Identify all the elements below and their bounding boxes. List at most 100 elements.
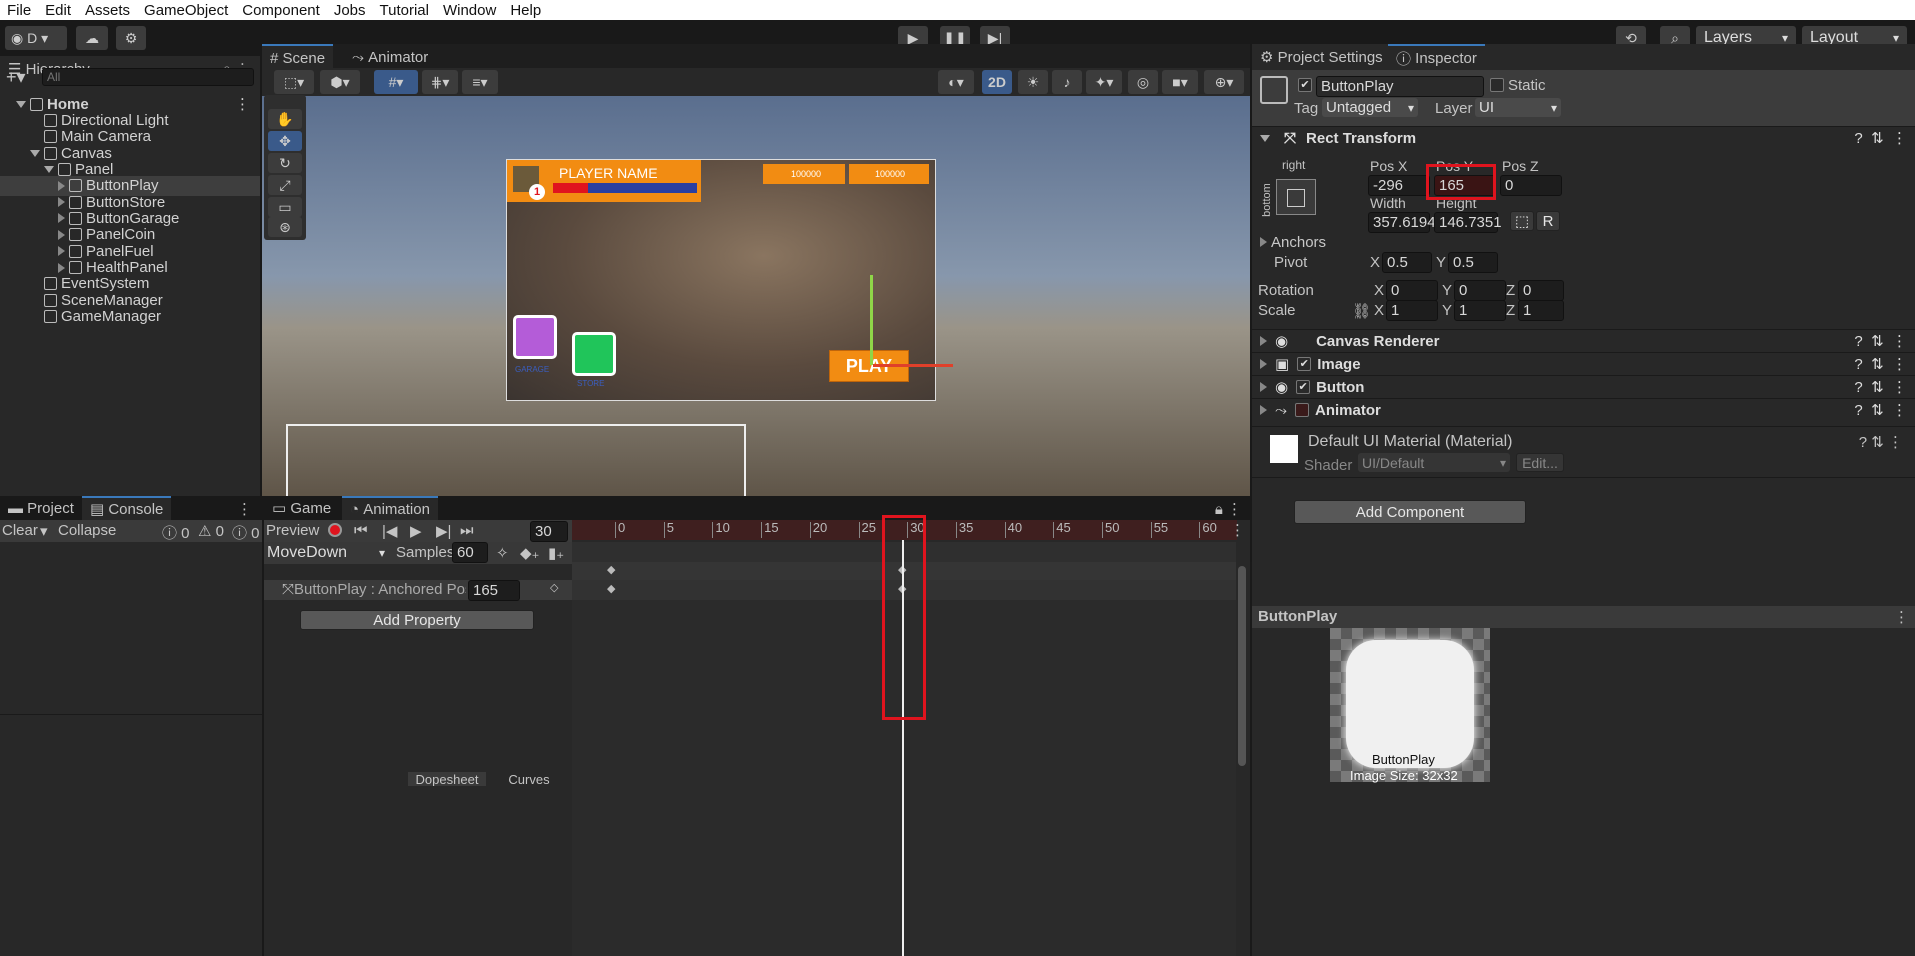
tab-game[interactable]: ▭ Game — [264, 496, 339, 520]
scale-y-field[interactable]: 1 — [1454, 300, 1506, 321]
gizmo-sphere-icon[interactable]: ◐▾ — [938, 70, 974, 94]
prev-key-button[interactable]: |◀ — [382, 522, 397, 540]
store-button[interactable] — [572, 332, 616, 376]
shading-icon[interactable]: ⬢▾ — [320, 70, 360, 94]
draw-mode-icon[interactable]: ⬚▾ — [274, 70, 314, 94]
hierarchy-item-gamemanager[interactable]: GameManager — [0, 307, 260, 327]
component-menu-icon[interactable]: ? ⇅ ⋮ — [1854, 378, 1907, 396]
first-key-button[interactable]: ⏮ — [354, 522, 368, 539]
property-key-icon[interactable]: ◇ — [550, 581, 558, 594]
raw-edit-button[interactable]: R — [1536, 211, 1560, 231]
anim-play-button[interactable]: ▶ — [410, 522, 422, 540]
tab-animation[interactable]: ◔ Animation — [342, 496, 438, 520]
transform-tool-icon[interactable]: ⊛ — [268, 217, 302, 237]
audio-icon[interactable]: ♪ — [1052, 70, 1082, 94]
tab-scene[interactable]: # Scene — [262, 44, 334, 70]
rect-transform-header[interactable]: ⤧ Rect Transform ? ⇅ ⋮ — [1252, 126, 1915, 149]
pivot-x-field[interactable]: 0.5 — [1382, 252, 1432, 273]
property-value-field[interactable]: 165 — [468, 580, 520, 601]
clip-dropdown[interactable]: MoveDown — [264, 542, 388, 564]
component-menu-icon[interactable]: ? ⇅ ⋮ — [1854, 332, 1907, 350]
hierarchy-search-input[interactable] — [42, 68, 254, 86]
rotation-y-field[interactable]: 0 — [1454, 280, 1506, 301]
component-canvas-renderer[interactable]: ◉ Canvas Renderer ? ⇅ ⋮ — [1252, 329, 1915, 352]
material-menu-icon[interactable]: ? ⇅ ⋮ — [1859, 433, 1903, 451]
foldout-icon[interactable] — [1260, 382, 1267, 392]
tab-project[interactable]: ▬ Project — [0, 496, 82, 520]
scale-tool-icon[interactable]: ⤢ — [268, 175, 302, 195]
grid-snap-icon[interactable]: #▾ — [374, 70, 418, 94]
foldout-icon[interactable] — [58, 246, 65, 257]
next-key-button[interactable]: ▶| — [436, 522, 451, 540]
tab-project-settings[interactable]: ⚙ Project Settings — [1252, 44, 1391, 70]
x-axis-gizmo[interactable] — [873, 364, 953, 367]
scale-x-field[interactable]: 1 — [1386, 300, 1438, 321]
foldout-icon[interactable] — [58, 229, 65, 240]
foldout-icon[interactable] — [1260, 405, 1267, 415]
keyframe-icon[interactable]: ✧ — [496, 544, 509, 562]
foldout-icon[interactable] — [58, 197, 65, 208]
clear-button[interactable]: Clear — [2, 522, 38, 539]
frame-field[interactable]: 30 — [530, 521, 568, 542]
constrain-icon[interactable]: ⛓ — [1352, 302, 1371, 320]
add-property-button[interactable]: Add Property — [300, 610, 534, 630]
mode-2d-button[interactable]: 2D — [982, 70, 1012, 94]
blueprint-icon[interactable]: ⬚ — [1510, 211, 1534, 231]
shader-dropdown[interactable]: UI/Default — [1358, 453, 1510, 472]
menu-edit[interactable]: Edit — [38, 2, 78, 19]
menu-window[interactable]: Window — [436, 2, 503, 19]
foldout-icon[interactable] — [1260, 336, 1267, 346]
component-enabled-checkbox[interactable] — [1295, 403, 1310, 417]
anchors-foldout[interactable]: Anchors — [1260, 231, 1326, 253]
vertical-scrollbar[interactable] — [1238, 566, 1246, 766]
scale-z-field[interactable]: 1 — [1518, 300, 1564, 321]
foldout-icon[interactable] — [44, 165, 54, 173]
keyframe-summary-0[interactable]: ◆ — [607, 563, 615, 576]
garage-button[interactable] — [513, 315, 557, 359]
console-menu-icon[interactable]: ⋮ — [237, 500, 252, 518]
add-icon[interactable]: +▾ — [6, 67, 26, 88]
collab-icon[interactable]: ⚙ — [116, 26, 146, 50]
preview-menu-icon[interactable]: ⋮ — [1894, 608, 1909, 626]
error-count[interactable]: ⓘ 0 — [232, 522, 260, 543]
width-field[interactable]: 357.6194 — [1368, 212, 1436, 233]
tab-dopesheet[interactable]: Dopesheet — [408, 772, 486, 786]
tag-dropdown[interactable]: Untagged — [1322, 98, 1418, 117]
component-image[interactable]: ▣ ✔ Image ? ⇅ ⋮ — [1252, 352, 1915, 375]
anchor-preset-icon[interactable] — [1276, 179, 1316, 215]
foldout-icon[interactable] — [16, 100, 26, 108]
add-event-icon[interactable]: ▮₊ — [548, 544, 564, 562]
animation-lock-icon[interactable]: 🔒︎ ⋮ — [1215, 500, 1242, 518]
shader-edit-button[interactable]: Edit... — [1516, 453, 1564, 472]
component-enabled-checkbox[interactable]: ✔ — [1296, 380, 1311, 394]
record-button[interactable] — [328, 523, 342, 537]
collapse-button[interactable]: Collapse — [58, 522, 116, 539]
snap-icon[interactable]: ⋕▾ — [422, 70, 458, 94]
menu-jobs[interactable]: Jobs — [327, 2, 373, 19]
menu-file[interactable]: File — [0, 2, 38, 19]
info-count[interactable]: ⓘ 0 — [162, 522, 190, 543]
menu-gameobject[interactable]: GameObject — [137, 2, 235, 19]
foldout-icon[interactable] — [30, 149, 40, 157]
effects-icon[interactable]: ✦▾ — [1086, 70, 1122, 94]
menu-tutorial[interactable]: Tutorial — [373, 2, 436, 19]
tab-inspector[interactable]: ⓘ Inspector — [1388, 44, 1485, 70]
y-axis-gizmo[interactable] — [870, 275, 873, 365]
samples-field[interactable]: 60 — [452, 542, 488, 563]
rotate-tool-icon[interactable]: ↻ — [268, 153, 302, 173]
foldout-icon[interactable] — [58, 213, 65, 224]
lighting-icon[interactable]: ☀ — [1018, 70, 1048, 94]
add-component-button[interactable]: Add Component — [1294, 500, 1526, 524]
tab-animator[interactable]: ⤳ Animator — [344, 44, 436, 70]
gizmos-icon[interactable]: ⊕▾ — [1204, 70, 1244, 94]
ruler-menu-icon[interactable]: ⋮ — [1230, 521, 1245, 539]
posx-field[interactable]: -296 — [1368, 175, 1430, 196]
property-row[interactable]: ⤧ ButtonPlay : Anchored Positic 165 ◇ — [264, 580, 572, 601]
rotation-x-field[interactable]: 0 — [1386, 280, 1438, 301]
tab-curves[interactable]: Curves — [492, 772, 566, 786]
cloud-icon[interactable]: ☁ — [76, 26, 108, 50]
layer-dropdown[interactable]: UI — [1475, 98, 1561, 117]
keyframe-0[interactable]: ◆ — [607, 582, 615, 595]
clear-dropdown-icon[interactable]: ▾ — [40, 522, 48, 540]
camera-icon[interactable]: ■▾ — [1162, 70, 1198, 94]
